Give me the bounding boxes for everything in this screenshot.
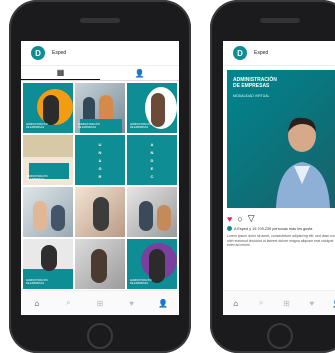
grid-post[interactable]: ADMINISTRACIÓN DE EMPRESAS: [75, 83, 125, 133]
home-icon[interactable]: ⌂: [21, 291, 53, 315]
search-icon[interactable]: ⌕: [248, 291, 273, 315]
person-silhouette: [151, 93, 165, 127]
profile-screen: D Esped ▦ 👤 ADMINISTRACIÓN DE EMPRESAS A…: [21, 41, 179, 315]
profile-header: D Esped: [21, 41, 179, 66]
person-silhouette: [139, 201, 153, 231]
profile-username: Esped: [254, 50, 269, 56]
profile-avatar[interactable]: D: [31, 46, 45, 60]
post-caption: ADMINISTRACIÓN DE EMPRESAS: [26, 175, 48, 181]
grid-post[interactable]: [75, 187, 125, 237]
person-silhouette: [33, 201, 47, 231]
person-silhouette: [157, 205, 171, 231]
post-grid: ADMINISTRACIÓN DE EMPRESAS ADMINISTRACIÓ…: [21, 81, 179, 289]
grid-post[interactable]: [127, 187, 177, 237]
bottom-nav: ⌂ ⌕ ⊞ ♥ 👤: [21, 290, 179, 315]
person-silhouette: [51, 205, 65, 231]
person-silhouette: [149, 249, 165, 283]
profile-icon[interactable]: 👤: [325, 291, 335, 315]
post-title: ADMINISTRACIÓN DE EMPRESAS: [233, 77, 277, 89]
speaker: [260, 18, 300, 23]
grid-post[interactable]: ADMINISTRACIÓN DE EMPRESAS: [23, 83, 73, 133]
tab-tagged[interactable]: 👤: [100, 66, 179, 80]
person-silhouette: [93, 197, 109, 231]
post-caption: ADMINISTRACIÓN DE EMPRESAS: [26, 279, 48, 285]
post-header: D Esped: [223, 41, 335, 66]
speaker: [80, 18, 120, 23]
tab-grid[interactable]: ▦: [21, 66, 100, 80]
tagged-user-icon: 👤: [134, 68, 145, 78]
profile-tabs: ▦ 👤: [21, 66, 179, 81]
grid-post[interactable]: ANDEC: [127, 135, 177, 185]
post-caption: ADMINISTRACIÓN DE EMPRESAS: [26, 123, 48, 129]
post-caption: ADMINISTRACIÓN DE EMPRESAS: [130, 279, 152, 285]
likes-text: A Esped y 19.709.239 personas más les gu…: [234, 226, 313, 231]
photo-area: [23, 135, 73, 157]
profile-icon[interactable]: 👤: [147, 291, 179, 315]
post-subtitle: MODALIDAD VIRTUAL: [233, 94, 270, 98]
like-heart-icon[interactable]: ♥: [227, 214, 232, 224]
grid-post[interactable]: ADMINISTRACIÓN DE EMPRESAS: [127, 239, 177, 289]
home-button[interactable]: [87, 323, 113, 349]
home-button[interactable]: [267, 323, 293, 349]
heart-icon[interactable]: ♥: [116, 291, 148, 315]
home-icon[interactable]: ⌂: [223, 291, 248, 315]
grid-post[interactable]: [23, 187, 73, 237]
post-caption: ADMINISTRACIÓN DE EMPRESAS: [130, 123, 152, 129]
post-image[interactable]: ADMINISTRACIÓN DE EMPRESAS MODALIDAD VIR…: [227, 70, 335, 208]
likes-row: A Esped y 19.709.239 personas más les gu…: [223, 224, 335, 231]
post-screen: D Esped ADMINISTRACIÓN DE EMPRESAS MODAL…: [223, 41, 335, 315]
post-description: Lorem ipsum dolor sit amet, consectetuer…: [227, 234, 335, 248]
grid-post[interactable]: UNAGR: [75, 135, 125, 185]
post-caption: ADMINISTRACIÓN DE EMPRESAS: [78, 123, 100, 129]
person-silhouette: [41, 245, 57, 271]
person-silhouette: [43, 95, 59, 125]
post-actions: ♥ ○ ▽: [223, 208, 335, 224]
grid-post[interactable]: ADMINISTRACIÓN DE EMPRESAS: [23, 135, 73, 185]
add-icon[interactable]: ⊞: [274, 291, 299, 315]
profile-avatar[interactable]: D: [233, 46, 247, 60]
right-phone: D Esped ADMINISTRACIÓN DE EMPRESAS MODAL…: [210, 0, 335, 353]
vertical-slogan: ANDEC: [150, 141, 154, 179]
bottom-nav: ⌂ ⌕ ⊞ ♥ 👤: [223, 290, 335, 315]
add-icon[interactable]: ⊞: [84, 291, 116, 315]
grid-post[interactable]: ADMINISTRACIÓN DE EMPRESAS: [127, 83, 177, 133]
grid-post[interactable]: ADMINISTRACIÓN DE EMPRESAS: [23, 239, 73, 289]
profile-username: Esped: [52, 50, 67, 56]
person-silhouette: [91, 249, 107, 283]
grid-post[interactable]: [75, 239, 125, 289]
heart-icon[interactable]: ♥: [299, 291, 324, 315]
person-illustration: [276, 117, 330, 208]
left-phone: D Esped ▦ 👤 ADMINISTRACIÓN DE EMPRESAS A…: [9, 0, 191, 353]
comment-icon[interactable]: ○: [237, 214, 242, 224]
search-icon[interactable]: ⌕: [53, 291, 85, 315]
grid-icon: ▦: [56, 68, 65, 77]
share-icon[interactable]: ▽: [248, 213, 255, 224]
mini-avatar: [227, 226, 232, 231]
vertical-slogan: UNAGR: [98, 141, 102, 179]
